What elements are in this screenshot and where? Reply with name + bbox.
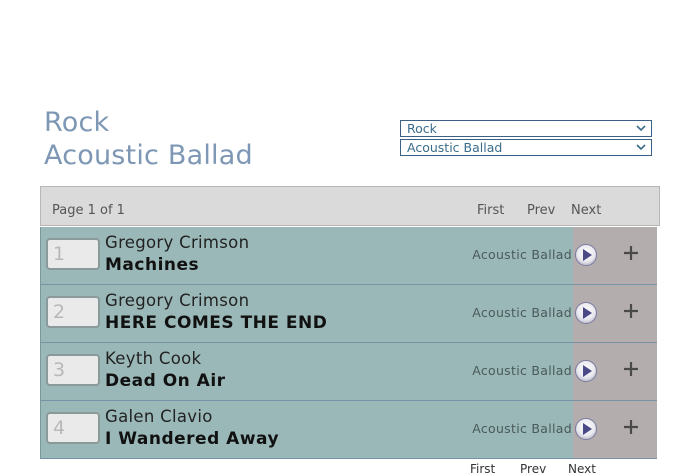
play-button[interactable] bbox=[575, 302, 597, 324]
track-artist: Galen Clavio bbox=[105, 407, 213, 426]
subgenre-select[interactable]: Acoustic Ballad bbox=[400, 139, 652, 156]
track-artist: Gregory Crimson bbox=[105, 291, 250, 310]
play-icon bbox=[583, 365, 592, 377]
track-actions bbox=[573, 343, 657, 400]
play-button[interactable] bbox=[575, 244, 597, 266]
footer-prev-link[interactable]: Prev bbox=[520, 462, 546, 476]
page-info: Page 1 of 1 bbox=[52, 203, 125, 218]
play-icon bbox=[583, 423, 592, 435]
plus-icon[interactable] bbox=[621, 243, 641, 263]
footer-first-link[interactable]: First bbox=[470, 462, 495, 476]
track-title: Machines bbox=[105, 255, 200, 275]
track-title: HERE COMES THE END bbox=[105, 313, 328, 333]
footer-next-link[interactable]: Next bbox=[568, 462, 596, 476]
track-actions bbox=[573, 401, 657, 458]
subgenre-select-value: Acoustic Ballad bbox=[407, 140, 503, 155]
track-row: 4 Galen Clavio I Wandered Away Acoustic … bbox=[40, 401, 657, 459]
chevron-down-icon bbox=[636, 144, 646, 151]
plus-icon[interactable] bbox=[621, 359, 641, 379]
track-list-panel: Page 1 of 1 First Prev Next 1 Gregory Cr… bbox=[40, 186, 660, 459]
genre-select[interactable]: Rock bbox=[400, 120, 652, 137]
play-button[interactable] bbox=[575, 360, 597, 382]
plus-icon[interactable] bbox=[621, 301, 641, 321]
track-artist: Gregory Crimson bbox=[105, 233, 250, 252]
subgenre-heading: Acoustic Ballad bbox=[44, 140, 253, 171]
track-genre: Acoustic Ballad bbox=[472, 247, 572, 262]
chevron-down-icon bbox=[636, 125, 646, 132]
track-number: 4 bbox=[46, 412, 100, 444]
track-number: 1 bbox=[46, 238, 100, 270]
plus-icon[interactable] bbox=[621, 417, 641, 437]
track-number: 3 bbox=[46, 354, 100, 386]
prev-page-link[interactable]: Prev bbox=[527, 203, 555, 218]
track-row: 2 Gregory Crimson HERE COMES THE END Aco… bbox=[40, 285, 657, 343]
play-icon bbox=[583, 249, 592, 261]
track-number: 2 bbox=[46, 296, 100, 328]
page-title: Rock Acoustic Ballad bbox=[44, 106, 253, 172]
track-artist: Keyth Cook bbox=[105, 349, 202, 368]
track-genre: Acoustic Ballad bbox=[472, 305, 572, 320]
play-icon bbox=[583, 307, 592, 319]
track-genre: Acoustic Ballad bbox=[472, 363, 572, 378]
genre-heading: Rock bbox=[44, 107, 110, 138]
play-button[interactable] bbox=[575, 418, 597, 440]
first-page-link[interactable]: First bbox=[477, 203, 504, 218]
track-actions bbox=[573, 285, 657, 342]
track-row: 3 Keyth Cook Dead On Air Acoustic Ballad bbox=[40, 343, 657, 401]
track-title: Dead On Air bbox=[105, 371, 226, 391]
track-title: I Wandered Away bbox=[105, 429, 280, 449]
track-actions bbox=[573, 227, 657, 284]
next-page-link[interactable]: Next bbox=[571, 203, 601, 218]
genre-select-value: Rock bbox=[407, 121, 437, 136]
pager-bar: Page 1 of 1 First Prev Next bbox=[40, 186, 660, 226]
track-genre: Acoustic Ballad bbox=[472, 421, 572, 436]
track-row: 1 Gregory Crimson Machines Acoustic Ball… bbox=[40, 227, 657, 285]
